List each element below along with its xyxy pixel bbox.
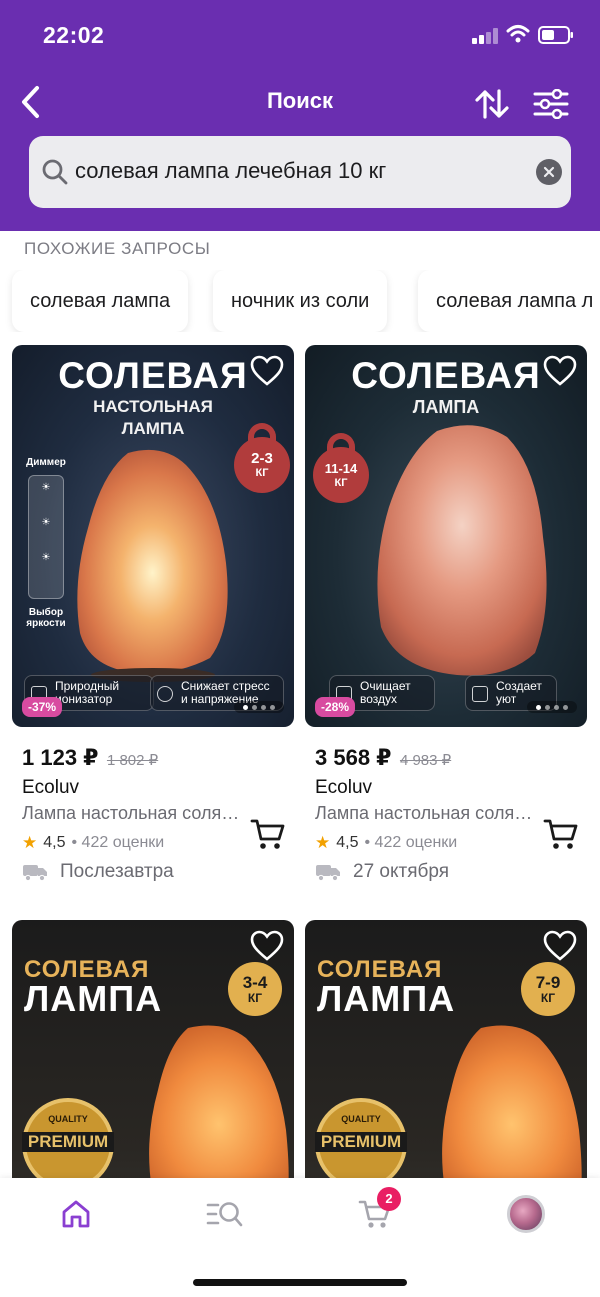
salt-lamp-image <box>442 1025 582 1190</box>
brand-name: Ecoluv <box>22 777 80 798</box>
profile-avatar[interactable] <box>507 1195 545 1233</box>
cart-badge: 2 <box>377 1187 401 1211</box>
catalog-search-icon <box>206 1202 243 1227</box>
delivery-date: 27 октября <box>353 861 450 882</box>
sliders-icon <box>533 89 569 119</box>
search-input[interactable]: солевая лампа лечебная 10 кг <box>75 158 386 184</box>
rating-value: 4,5 <box>43 834 66 851</box>
image-headline: ЛАМПА <box>317 978 456 1019</box>
filter-button[interactable] <box>530 84 572 124</box>
tab-catalog[interactable] <box>205 1194 245 1234</box>
page: 22:02 Поиск солевая лампа лечебная 10 кг… <box>0 0 600 1297</box>
old-price: 1 802 ₽ <box>106 752 159 769</box>
price-row: 1 123 ₽ 1 802 ₽ <box>22 745 158 771</box>
back-button[interactable] <box>10 80 50 124</box>
similar-query-chip[interactable]: солевая лампа <box>12 270 189 332</box>
image-subline: НАСТОЛЬНАЯ <box>93 397 213 416</box>
sort-button[interactable] <box>472 84 512 124</box>
status-bar: 22:02 <box>0 0 600 70</box>
battery-icon <box>538 26 573 44</box>
product-card[interactable]: СОЛЕВАЯ НАСТОЛЬНАЯ ЛАМПА 2-3 КГ Диммер ☀ ☀… <box>12 345 294 905</box>
similar-queries-list: солевая лампа ночник из соли солевая лам… <box>0 270 600 332</box>
wifi-icon <box>506 25 530 43</box>
price-row: 3 568 ₽ 4 983 ₽ <box>315 745 451 771</box>
image-subline: ЛАМПА <box>412 397 480 417</box>
header: 22:02 Поиск солевая лампа лечебная 10 кг <box>0 0 600 231</box>
weight-badge: 11-14 КГ <box>313 433 369 503</box>
dimmer-graphic: Диммер ☀ ☀ ☀ Выбор яркости <box>26 457 66 629</box>
brand-name: Ecoluv <box>315 777 373 798</box>
home-icon <box>62 1200 90 1228</box>
product-card[interactable]: СОЛЕВАЯ ЛАМПА 3-4 КГ QUALITY PREMIUM <box>12 920 294 1297</box>
chevron-left-icon <box>22 86 39 118</box>
sort-arrows-icon <box>475 89 509 119</box>
product-card[interactable]: СОЛЕВАЯ ЛАМПА 7-9 КГ QUALITY PREMIUM <box>305 920 587 1297</box>
rating: ★ 4,5 • 422 оценки <box>315 833 457 853</box>
product-card[interactable]: СОЛЕВАЯ ЛАМПА 11-14 КГ Очищает воздух Со… <box>305 345 587 905</box>
favorite-heart-icon[interactable] <box>250 355 284 387</box>
status-time: 22:02 <box>43 22 105 48</box>
salt-lamp-image <box>77 449 228 682</box>
price: 3 568 ₽ <box>315 745 392 770</box>
delivery-date: Послезавтра <box>60 861 174 882</box>
discount-badge: -28% <box>315 697 356 717</box>
tab-home[interactable] <box>56 1194 96 1234</box>
truck-icon <box>23 865 47 881</box>
signal-icon <box>472 28 500 44</box>
rating-value: 4,5 <box>336 834 359 851</box>
search-icon <box>42 159 68 185</box>
product-image[interactable]: СОЛЕВАЯ НАСТОЛЬНАЯ ЛАМПА 2-3 КГ Диммер ☀ ☀… <box>12 345 294 727</box>
image-headline: ЛАМПА <box>24 978 163 1019</box>
similar-query-chip[interactable]: ночник из соли <box>213 270 388 332</box>
rating: ★ 4,5 • 422 оценки <box>22 833 164 853</box>
weight-badge: 3-4 КГ <box>228 962 282 1016</box>
similar-queries-title: ПОХОЖИЕ ЗАПРОСЫ <box>24 239 211 258</box>
weight-badge: 7-9 КГ <box>521 962 575 1016</box>
product-name: Лампа настольная соляная <box>315 803 537 823</box>
image-pager-dots <box>527 701 577 713</box>
product-image[interactable]: СОЛЕВАЯ ЛАМПА 11-14 КГ Очищает воздух Со… <box>305 345 587 727</box>
similar-query-chip[interactable]: солевая лампа л <box>418 270 600 332</box>
clear-icon <box>543 166 555 178</box>
image-pager-dots <box>234 701 284 713</box>
delivery-info: 27 октября <box>315 861 449 883</box>
discount-badge: -37% <box>22 697 63 717</box>
star-icon: ★ <box>315 833 331 852</box>
clear-search-button[interactable] <box>536 159 562 185</box>
add-to-cart-icon[interactable] <box>250 817 286 851</box>
favorite-heart-icon[interactable] <box>543 355 577 387</box>
weight-badge: 2-3 КГ <box>234 423 290 493</box>
star-icon: ★ <box>22 833 38 852</box>
salt-lamp-image <box>149 1025 289 1190</box>
premium-seal: QUALITY PREMIUM <box>22 1098 114 1190</box>
delivery-info: Послезавтра <box>22 861 174 883</box>
premium-seal: QUALITY PREMIUM <box>315 1098 407 1190</box>
search-field[interactable]: солевая лампа лечебная 10 кг <box>29 136 571 208</box>
add-to-cart-icon[interactable] <box>543 817 579 851</box>
reviews-count: • 422 оценки <box>71 834 165 851</box>
truck-icon <box>316 865 340 881</box>
salt-lamp-image <box>377 425 547 676</box>
favorite-heart-icon[interactable] <box>250 930 284 962</box>
nav-bar: Поиск <box>0 72 600 132</box>
price: 1 123 ₽ <box>22 745 99 770</box>
reviews-count: • 422 оценки <box>364 834 458 851</box>
old-price: 4 983 ₽ <box>399 752 452 769</box>
home-indicator <box>193 1279 407 1286</box>
favorite-heart-icon[interactable] <box>543 930 577 962</box>
product-name: Лампа настольная соляная <box>22 803 244 823</box>
